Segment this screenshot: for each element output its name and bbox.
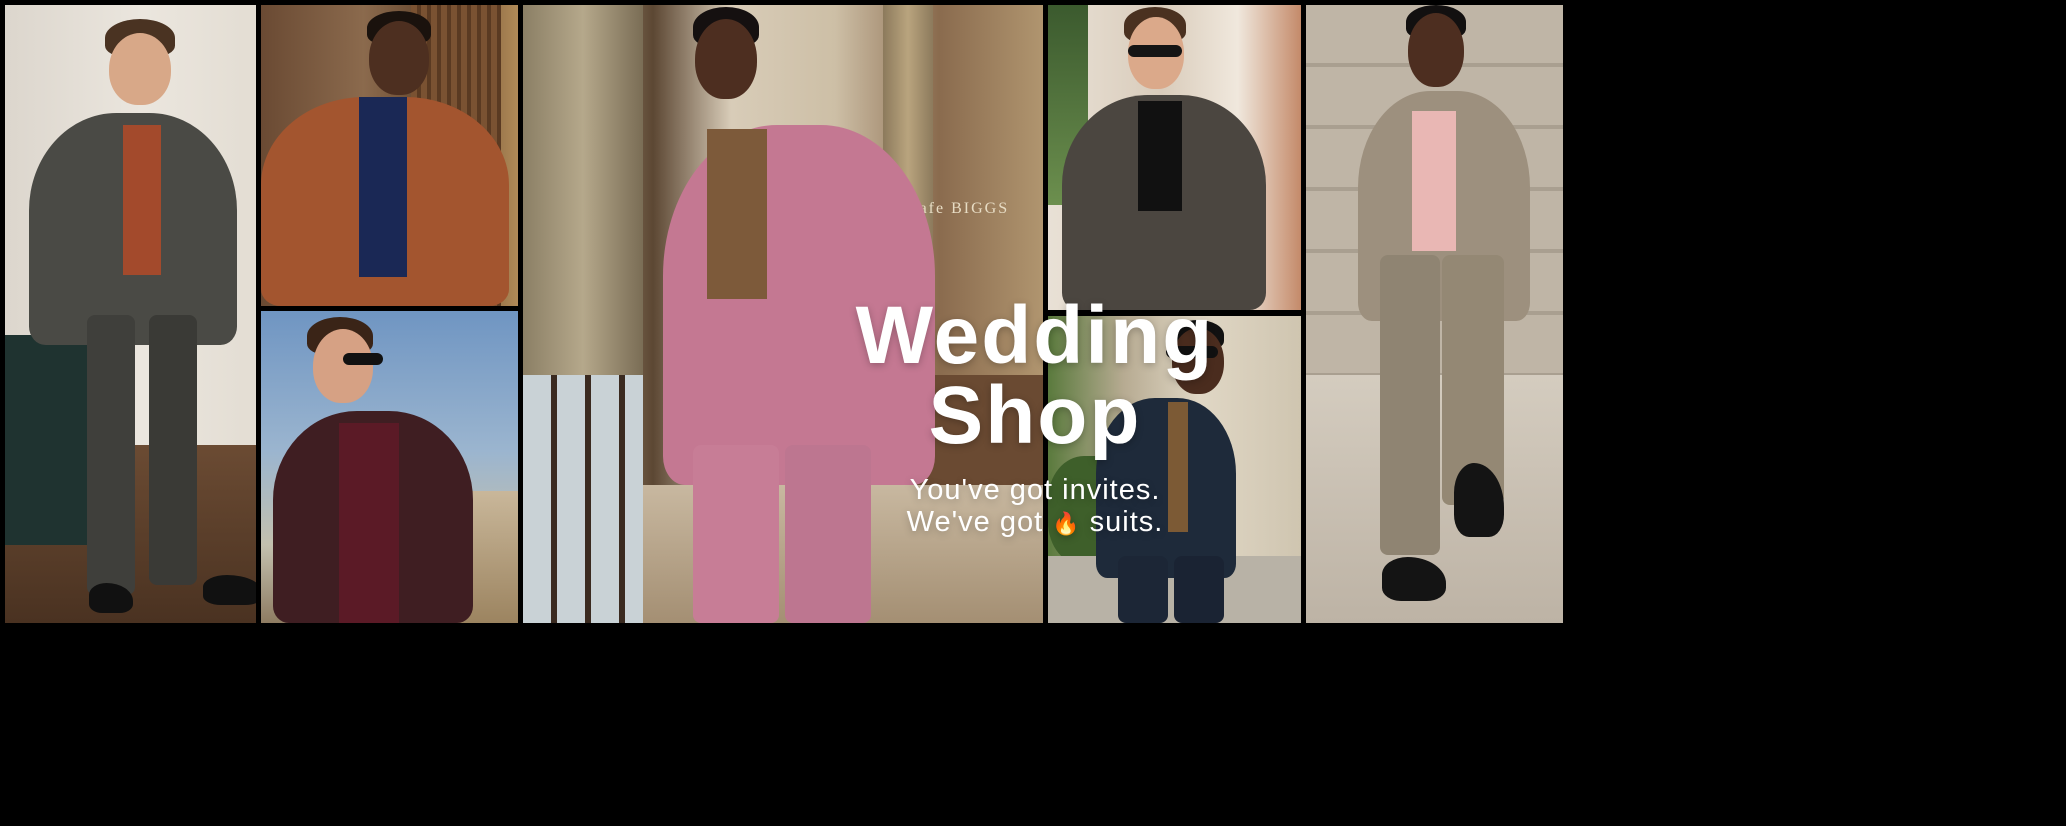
promo-subtitle-line2: We've got 🔥 suits. <box>690 506 1380 540</box>
subtitle-suffix: suits. <box>1080 506 1164 538</box>
wedding-shop-banner[interactable]: Cafe BIGGS Wedding Shop You've got invit… <box>0 0 2066 826</box>
subtitle-prefix: We've got <box>906 506 1053 538</box>
promo-subtitle-line1: You've got invites. <box>909 474 1161 506</box>
photo-grey-check-suit <box>5 5 256 623</box>
promo-overlay[interactable]: Wedding Shop You've got invites. We've g… <box>690 290 1380 540</box>
promo-title-line2: Shop <box>928 370 1142 461</box>
photo-charcoal-blazer <box>1048 5 1301 310</box>
fire-icon: 🔥 <box>1052 511 1081 536</box>
photo-burgundy-blazer <box>261 311 518 623</box>
photo-rust-blazer <box>261 5 518 306</box>
promo-title-line1: Wedding <box>855 290 1215 381</box>
promo-subtitle: You've got invites. We've got 🔥 suits. <box>690 474 1380 540</box>
promo-title: Wedding Shop <box>690 290 1380 461</box>
